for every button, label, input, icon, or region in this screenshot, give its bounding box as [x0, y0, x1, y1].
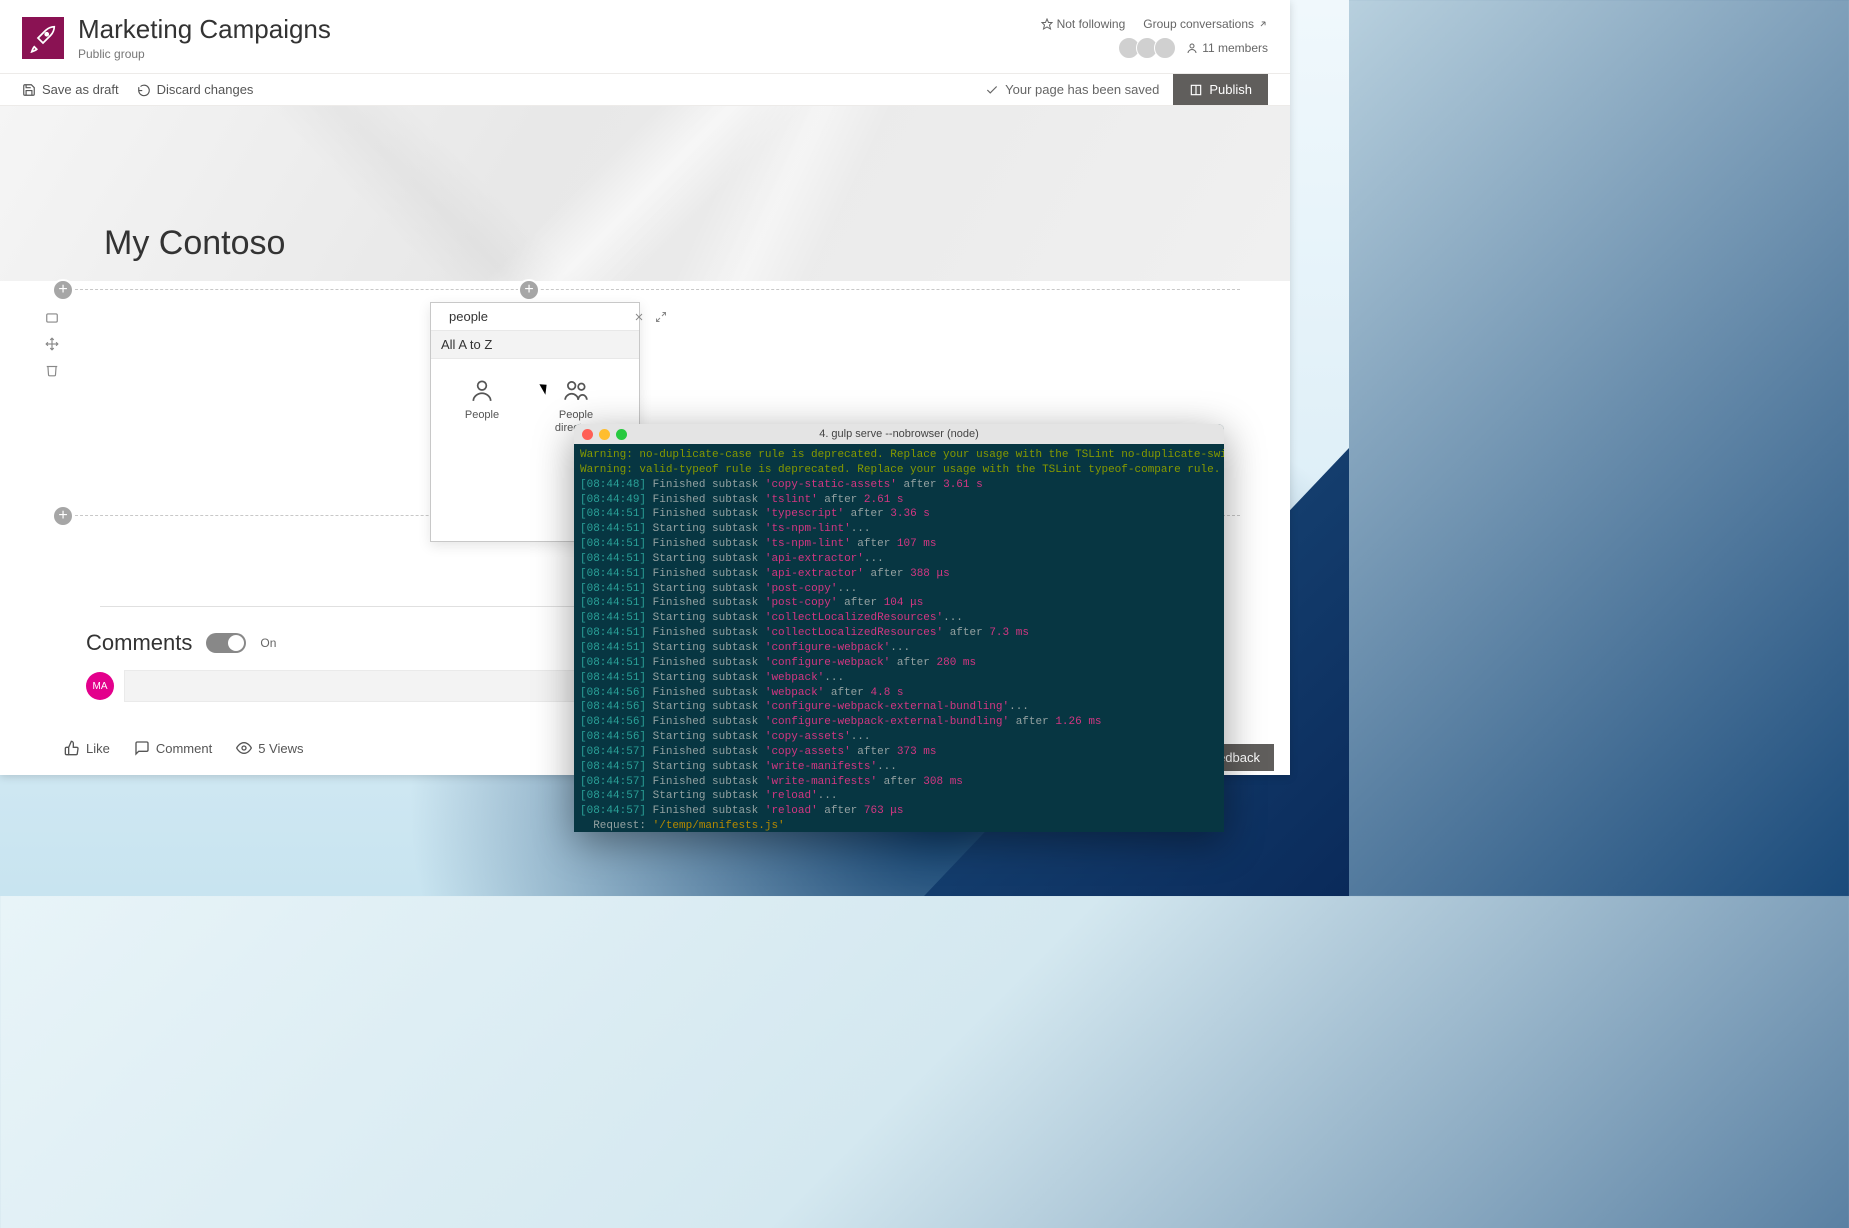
- add-section-button[interactable]: +: [52, 505, 74, 527]
- close-icon[interactable]: [633, 311, 645, 323]
- terminal-body[interactable]: Warning: no-duplicate-case rule is depre…: [574, 444, 1224, 832]
- views-label: 5 Views: [258, 741, 303, 756]
- site-subtitle: Public group: [78, 47, 331, 61]
- avatars-row: 11 members: [1124, 37, 1268, 59]
- external-icon: [1258, 19, 1268, 29]
- discard-label: Discard changes: [157, 82, 254, 97]
- site-header: Marketing Campaigns Public group Not fol…: [0, 0, 1290, 74]
- convo-label: Group conversations: [1143, 17, 1254, 31]
- delete-tool-icon[interactable]: [44, 362, 60, 378]
- engagement-bar: Like Comment 5 Views: [64, 740, 304, 756]
- save-icon: [22, 83, 36, 97]
- avatar[interactable]: [1154, 37, 1176, 59]
- discard-button[interactable]: Discard changes: [137, 82, 254, 97]
- star-icon: [1041, 18, 1053, 30]
- comments-title: Comments: [86, 630, 192, 656]
- publish-button[interactable]: Publish: [1173, 74, 1268, 105]
- site-title-wrap: Marketing Campaigns Public group: [78, 14, 331, 61]
- terminal-title: 4. gulp serve --nobrowser (node): [574, 428, 1224, 440]
- picker-search-input[interactable]: [449, 309, 625, 324]
- picker-search-row: [431, 303, 639, 331]
- follow-link[interactable]: Not following: [1041, 17, 1126, 31]
- site-logo[interactable]: [22, 17, 64, 59]
- webpart-item-people[interactable]: People: [439, 373, 525, 439]
- follow-label: Not following: [1057, 17, 1126, 31]
- terminal-window[interactable]: 4. gulp serve --nobrowser (node) Warning…: [574, 424, 1224, 832]
- section-divider: + +: [60, 289, 1240, 290]
- header-right: Not following Group conversations 11 mem…: [1041, 17, 1268, 59]
- save-draft-button[interactable]: Save as draft: [22, 82, 119, 97]
- comments-toggle[interactable]: [206, 633, 246, 653]
- header-links: Not following Group conversations: [1041, 17, 1268, 31]
- convo-link[interactable]: Group conversations: [1143, 17, 1268, 31]
- add-webpart-button[interactable]: +: [518, 279, 540, 301]
- user-avatar: MA: [86, 672, 114, 700]
- edit-tool-icon[interactable]: [44, 310, 60, 326]
- publish-label: Publish: [1209, 82, 1252, 97]
- toggle-label: On: [260, 636, 276, 650]
- site-title[interactable]: Marketing Campaigns: [78, 14, 331, 45]
- add-section-button[interactable]: +: [52, 279, 74, 301]
- rocket-icon: [28, 23, 58, 53]
- like-button[interactable]: Like: [64, 740, 110, 756]
- terminal-titlebar[interactable]: 4. gulp serve --nobrowser (node): [574, 424, 1224, 444]
- saved-status: Your page has been saved: [985, 82, 1159, 97]
- saved-label: Your page has been saved: [1005, 82, 1159, 97]
- person-icon: [1186, 42, 1198, 54]
- publish-icon: [1189, 83, 1203, 97]
- cmdbar-right: Your page has been saved Publish: [985, 80, 1268, 99]
- content-divider: [100, 606, 620, 607]
- eye-icon: [236, 740, 252, 756]
- expand-icon[interactable]: [655, 311, 667, 323]
- undo-icon: [137, 83, 151, 97]
- command-bar: Save as draft Discard changes Your page …: [0, 74, 1290, 106]
- views-count: 5 Views: [236, 740, 303, 756]
- picker-section-header: All A to Z: [431, 331, 639, 359]
- like-label: Like: [86, 741, 110, 756]
- comment-button[interactable]: Comment: [134, 740, 212, 756]
- comment-label: Comment: [156, 741, 212, 756]
- thumbs-up-icon: [64, 740, 80, 756]
- section-tools: [44, 310, 60, 378]
- page-banner: My Contoso: [0, 106, 1290, 281]
- people-icon: [563, 377, 589, 403]
- page-title[interactable]: My Contoso: [104, 224, 285, 263]
- webpart-label: People: [465, 409, 499, 422]
- save-draft-label: Save as draft: [42, 82, 119, 97]
- move-tool-icon[interactable]: [44, 336, 60, 352]
- picker-actions: [633, 311, 667, 323]
- comment-input[interactable]: [124, 670, 604, 702]
- members-link[interactable]: 11 members: [1186, 41, 1268, 55]
- members-label: 11 members: [1202, 41, 1268, 55]
- person-icon: [469, 377, 495, 403]
- check-icon: [985, 83, 999, 97]
- chat-icon: [134, 740, 150, 756]
